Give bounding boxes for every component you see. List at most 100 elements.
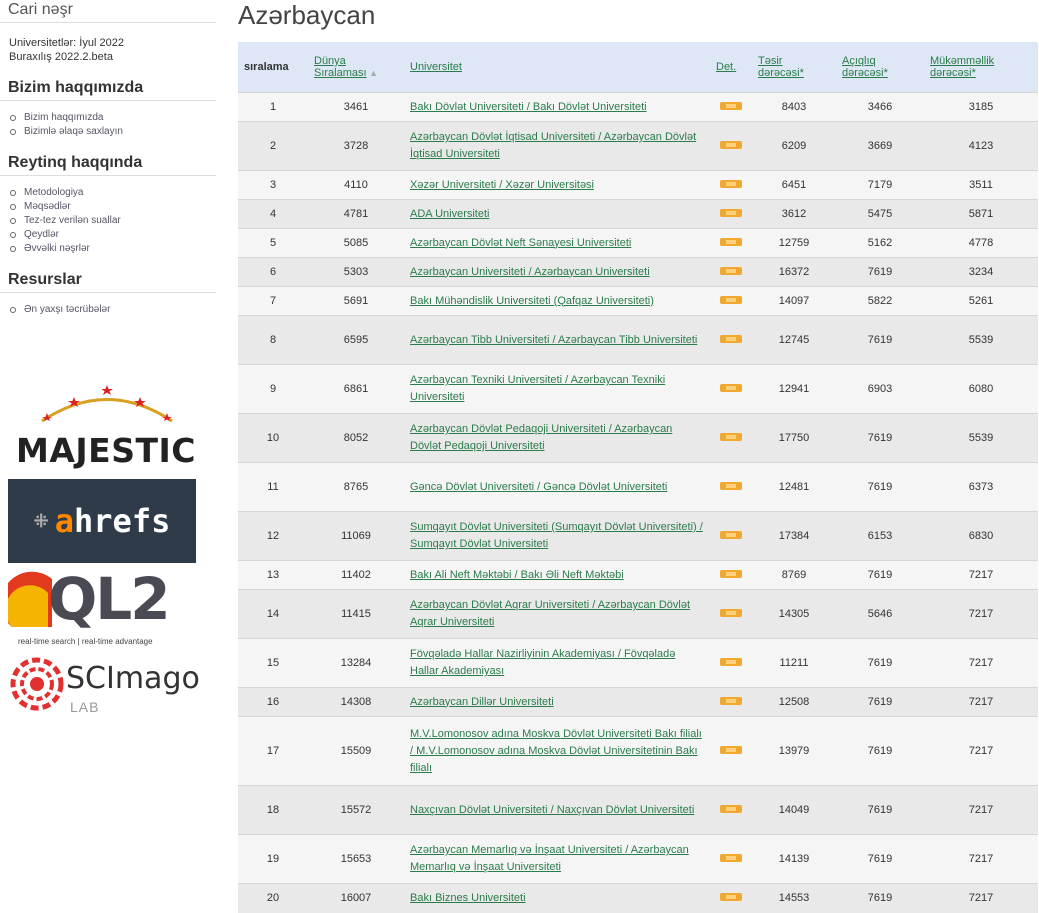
det-cell[interactable]: [710, 462, 752, 512]
university-cell[interactable]: Azərbaycan Dövlət İqtisad Universiteti /…: [404, 121, 710, 171]
university-link[interactable]: Azərbaycan Dövlət Aqrar Universiteti / A…: [410, 599, 690, 628]
col-world-rank-header[interactable]: Dünya Sıralaması ▲: [308, 42, 404, 93]
sort-world-rank-link[interactable]: Dünya Sıralaması: [314, 55, 367, 79]
university-link[interactable]: Xəzər Universiteti / Xəzər Universitəsi: [410, 179, 594, 191]
ranking-item-label[interactable]: Məqsədlər: [24, 200, 71, 214]
university-cell[interactable]: Bakı Dövlət Universiteti / Bakı Dövlət U…: [404, 92, 710, 122]
det-cell[interactable]: [710, 257, 752, 287]
university-link[interactable]: Azərbaycan Tibb Universiteti / Azərbayca…: [410, 334, 697, 346]
ranking-item[interactable]: Metodologiya: [10, 186, 216, 200]
details-icon[interactable]: [720, 531, 742, 539]
det-cell[interactable]: [710, 228, 752, 258]
sort-openness-link[interactable]: Açıqlıq dərəcəsi*: [842, 55, 888, 79]
majestic-logo[interactable]: MAJESTIC: [8, 383, 208, 471]
details-icon[interactable]: [720, 384, 742, 392]
col-excellence-header[interactable]: Mükəmməllik dərəcəsi*: [924, 42, 1038, 93]
sort-university-link[interactable]: Universitet: [410, 61, 462, 73]
details-icon[interactable]: [720, 238, 742, 246]
university-cell[interactable]: Sumqayıt Dövlət Universiteti (Sumqayıt D…: [404, 511, 710, 561]
det-cell[interactable]: [710, 121, 752, 171]
university-cell[interactable]: Azərbaycan Texniki Universiteti / Azərba…: [404, 364, 710, 414]
ahrefs-logo[interactable]: ⁜ a hrefs: [8, 479, 196, 563]
university-cell[interactable]: Azərbaycan Memarlıq və İnşaat Universite…: [404, 834, 710, 884]
university-link[interactable]: M.V.Lomonosov adına Moskva Dövlət Univer…: [410, 728, 702, 774]
det-cell[interactable]: [710, 687, 752, 717]
university-cell[interactable]: ADA Universiteti: [404, 199, 710, 229]
details-icon[interactable]: [720, 141, 742, 149]
ql2-logo[interactable]: QL2 real-time search | real-time advanta…: [8, 565, 208, 647]
university-cell[interactable]: Azərbaycan Universiteti / Azərbaycan Uni…: [404, 257, 710, 287]
about-item-label[interactable]: Bizimlə əlaqə saxlayın: [24, 125, 123, 139]
university-cell[interactable]: Azərbaycan Dövlət Pedaqoji Universiteti …: [404, 413, 710, 463]
university-cell[interactable]: Naxçıvan Dövlət Universiteti / Naxçıvan …: [404, 785, 710, 835]
col-openness-header[interactable]: Açıqlıq dərəcəsi*: [836, 42, 924, 93]
details-icon[interactable]: [720, 746, 742, 754]
university-link[interactable]: Bakı Mühəndislik Universiteti (Qafqaz Un…: [410, 295, 654, 307]
det-cell[interactable]: [710, 315, 752, 365]
det-cell[interactable]: [710, 511, 752, 561]
det-cell[interactable]: [710, 199, 752, 229]
university-cell[interactable]: Bakı Biznes Universiteti: [404, 883, 710, 913]
details-icon[interactable]: [720, 335, 742, 343]
det-cell[interactable]: [710, 170, 752, 200]
university-cell[interactable]: Bakı Ali Neft Məktəbi / Bakı Əli Neft Mə…: [404, 560, 710, 590]
university-link[interactable]: Azərbaycan Dillər Universiteti: [410, 696, 554, 708]
about-item[interactable]: Bizimlə əlaqə saxlayın: [10, 125, 216, 139]
det-cell[interactable]: [710, 413, 752, 463]
ranking-item-label[interactable]: Metodologiya: [24, 186, 83, 200]
about-item-label[interactable]: Bizim haqqımızda: [24, 111, 103, 125]
det-cell[interactable]: [710, 92, 752, 122]
university-cell[interactable]: Xəzər Universiteti / Xəzər Universitəsi: [404, 170, 710, 200]
university-cell[interactable]: Azərbaycan Dillər Universiteti: [404, 687, 710, 717]
university-link[interactable]: Bakı Ali Neft Məktəbi / Bakı Əli Neft Mə…: [410, 569, 624, 581]
details-icon[interactable]: [720, 697, 742, 705]
about-item[interactable]: Bizim haqqımızda: [10, 111, 216, 125]
sort-impact-link[interactable]: Təsir dərəcəsi*: [758, 55, 804, 79]
ranking-item[interactable]: Qeydlər: [10, 228, 216, 242]
det-cell[interactable]: [710, 785, 752, 835]
det-cell[interactable]: [710, 560, 752, 590]
det-cell[interactable]: [710, 589, 752, 639]
details-icon[interactable]: [720, 482, 742, 490]
university-link[interactable]: Naxçıvan Dövlət Universiteti / Naxçıvan …: [410, 804, 694, 816]
ranking-item-label[interactable]: Tez-tez verilən suallar: [24, 214, 121, 228]
university-link[interactable]: Azərbaycan Universiteti / Azərbaycan Uni…: [410, 266, 650, 278]
det-cell[interactable]: [710, 286, 752, 316]
details-icon[interactable]: [720, 658, 742, 666]
col-det-header[interactable]: Det.: [710, 42, 752, 93]
det-cell[interactable]: [710, 638, 752, 688]
details-icon[interactable]: [720, 893, 742, 902]
details-icon[interactable]: [720, 570, 742, 578]
university-cell[interactable]: Azərbaycan Dövlət Aqrar Universiteti / A…: [404, 589, 710, 639]
university-link[interactable]: Azərbaycan Memarlıq və İnşaat Universite…: [410, 844, 689, 873]
ranking-item[interactable]: Məqsədlər: [10, 200, 216, 214]
scimago-logo[interactable]: SCImago LAB: [8, 657, 208, 727]
ranking-item-label[interactable]: Əvvəlki nəşrlər: [24, 242, 90, 256]
university-cell[interactable]: Fövqəladə Hallar Nazirliyinin Akademiyas…: [404, 638, 710, 688]
university-cell[interactable]: M.V.Lomonosov adına Moskva Dövlət Univer…: [404, 716, 710, 786]
university-cell[interactable]: Azərbaycan Tibb Universiteti / Azərbayca…: [404, 315, 710, 365]
ranking-item[interactable]: Əvvəlki nəşrlər: [10, 242, 216, 256]
university-link[interactable]: Azərbaycan Dövlət Neft Sənayesi Universi…: [410, 237, 631, 249]
resources-item[interactable]: Ən yaxşı təcrübələr: [10, 303, 216, 317]
details-icon[interactable]: [720, 854, 742, 862]
det-cell[interactable]: [710, 364, 752, 414]
ranking-item[interactable]: Tez-tez verilən suallar: [10, 214, 216, 228]
col-university-header[interactable]: Universitet: [404, 42, 710, 93]
resources-item-label[interactable]: Ən yaxşı təcrübələr: [24, 303, 110, 317]
details-icon[interactable]: [720, 180, 742, 188]
details-icon[interactable]: [720, 267, 742, 275]
university-link[interactable]: ADA Universiteti: [410, 208, 489, 220]
det-cell[interactable]: [710, 834, 752, 884]
university-link[interactable]: Azərbaycan Texniki Universiteti / Azərba…: [410, 374, 665, 403]
details-icon[interactable]: [720, 805, 742, 813]
det-cell[interactable]: [710, 716, 752, 786]
university-cell[interactable]: Gəncə Dövlət Universiteti / Gəncə Dövlət…: [404, 462, 710, 512]
university-link[interactable]: Azərbaycan Dövlət Pedaqoji Universiteti …: [410, 423, 672, 452]
university-link[interactable]: Bakı Biznes Universiteti: [410, 892, 526, 904]
details-icon[interactable]: [720, 209, 742, 217]
det-link[interactable]: Det.: [716, 61, 736, 73]
university-link[interactable]: Bakı Dövlət Universiteti / Bakı Dövlət U…: [410, 101, 647, 113]
ranking-item-label[interactable]: Qeydlər: [24, 228, 59, 242]
university-link[interactable]: Fövqəladə Hallar Nazirliyinin Akademiyas…: [410, 648, 675, 677]
